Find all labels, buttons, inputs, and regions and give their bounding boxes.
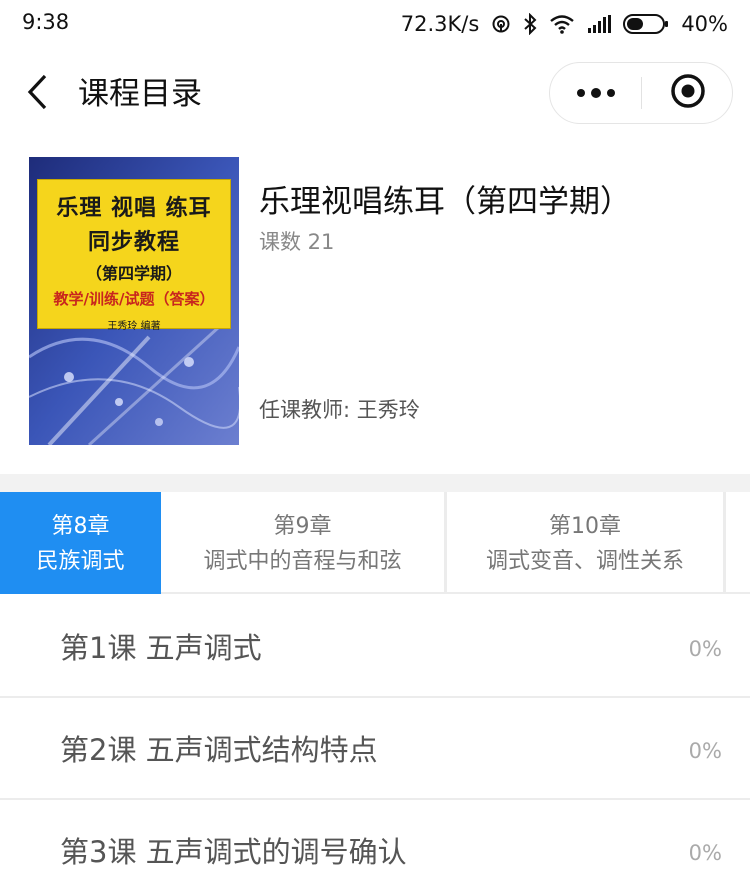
tab-chapter-8[interactable]: 第8章 民族调式 bbox=[0, 492, 161, 594]
tab-chapter-name: 民族调式 bbox=[36, 549, 125, 574]
teacher-label: 任课教师: 王秀玲 bbox=[259, 398, 420, 422]
battery-level: 40% bbox=[681, 12, 728, 36]
cover-title-line: 乐理 视唱 练耳 bbox=[56, 196, 212, 221]
chapter-tabs: 第8章 民族调式 第9章 调式中的音程与和弦 第10章 调式变音、调性关系 bbox=[0, 492, 750, 594]
course-cover-image: 乐理 视唱 练耳 同步教程 （第四学期） 教学/训练/试题（答案） 王秀玲 编著 bbox=[29, 157, 239, 445]
lesson-title: 第3课 五声调式的调号确认 bbox=[60, 835, 407, 869]
close-mini-program-button[interactable] bbox=[642, 63, 734, 123]
hotspot-icon bbox=[491, 14, 511, 34]
lesson-item[interactable]: 第3课 五声调式的调号确认 0% bbox=[0, 800, 750, 892]
navigation-bar: 课程目录 bbox=[0, 48, 750, 140]
network-speed: 72.3K/s bbox=[400, 12, 480, 36]
chevron-left-icon bbox=[27, 74, 49, 114]
lesson-list: 第1课 五声调式 0% 第2课 五声调式结构特点 0% 第3课 五声调式的调号确… bbox=[0, 596, 750, 892]
cover-author-line: 王秀玲 编著 bbox=[107, 321, 161, 332]
tab-chapter-number: 第10章 bbox=[549, 514, 621, 539]
cover-semester-line: （第四学期） bbox=[85, 264, 182, 283]
target-close-icon bbox=[670, 73, 706, 113]
cover-title-line: 同步教程 bbox=[87, 230, 180, 255]
tab-chapter-9[interactable]: 第9章 调式中的音程与和弦 bbox=[161, 492, 444, 594]
course-title: 乐理视唱练耳（第四学期） bbox=[259, 184, 631, 220]
course-header: 乐理 视唱 练耳 同步教程 （第四学期） 教学/训练/试题（答案） 王秀玲 编著… bbox=[0, 140, 750, 474]
battery-icon bbox=[623, 13, 669, 35]
tab-chapter-10[interactable]: 第10章 调式变音、调性关系 bbox=[447, 492, 723, 594]
lesson-item[interactable]: 第1课 五声调式 0% bbox=[0, 596, 750, 698]
signal-icon bbox=[587, 15, 612, 33]
more-dots-icon bbox=[576, 84, 616, 103]
lesson-title: 第2课 五声调式结构特点 bbox=[60, 733, 378, 767]
lesson-count: 课数 21 bbox=[259, 230, 335, 254]
tab-chapter-number: 第8章 bbox=[51, 514, 110, 539]
wifi-icon bbox=[549, 14, 575, 34]
lesson-progress: 0% bbox=[688, 637, 722, 661]
lesson-progress: 0% bbox=[688, 739, 722, 763]
status-time: 9:38 bbox=[22, 10, 70, 34]
status-indicators: 72.3K/s 40% bbox=[401, 9, 728, 39]
lesson-progress: 0% bbox=[688, 841, 722, 865]
cover-subtitle-line: 教学/训练/试题（答案） bbox=[53, 290, 215, 308]
lesson-item[interactable]: 第2课 五声调式结构特点 0% bbox=[0, 698, 750, 800]
tab-chapter-name: 调式中的音程与和弦 bbox=[203, 549, 402, 574]
cover-title-box: 乐理 视唱 练耳 同步教程 （第四学期） 教学/训练/试题（答案） 王秀玲 编著 bbox=[37, 179, 231, 332]
back-button[interactable] bbox=[18, 72, 58, 116]
section-divider bbox=[0, 474, 750, 492]
tab-chapter-name: 调式变音、调性关系 bbox=[485, 549, 684, 574]
lesson-title: 第1课 五声调式 bbox=[60, 631, 262, 665]
tab-chapter-number: 第9章 bbox=[273, 514, 332, 539]
tab-separator bbox=[723, 492, 726, 594]
status-bar: 9:38 72.3K/s 40% bbox=[0, 0, 750, 48]
mini-program-capsule bbox=[549, 62, 733, 124]
bluetooth-icon bbox=[523, 13, 537, 35]
more-button[interactable] bbox=[550, 63, 642, 123]
page-title: 课程目录 bbox=[78, 76, 202, 112]
